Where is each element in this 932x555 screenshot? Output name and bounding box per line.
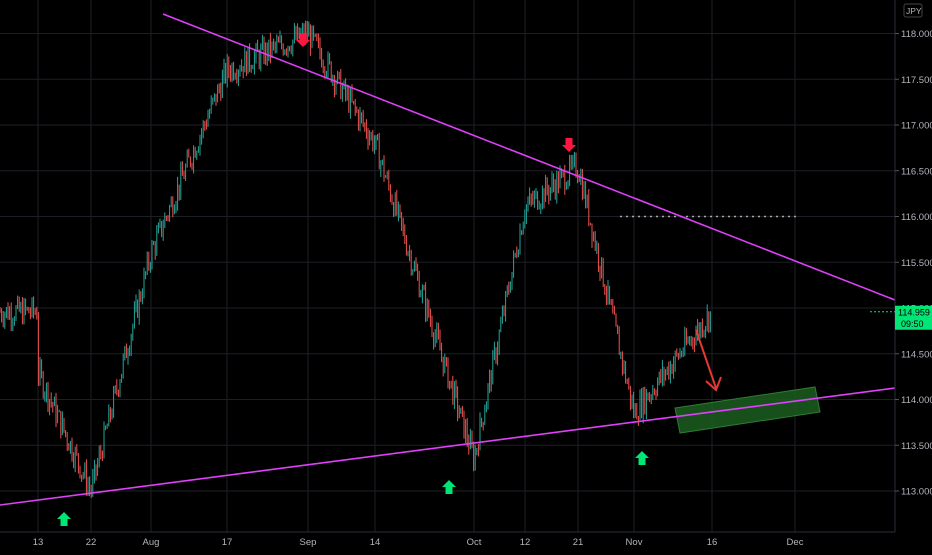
price-tick-label: 115.500 [901, 258, 932, 269]
price-tick-label: 118.000 [901, 29, 932, 40]
time-tick-label: 21 [573, 537, 584, 548]
time-tick-label: 13 [33, 537, 44, 548]
price-tick-label: 114.500 [901, 349, 932, 360]
price-tick-label: 117.000 [901, 121, 932, 132]
time-tick-label: Oct [467, 537, 482, 548]
time-axis: 13 22 Aug 17 Sep 14 Oct 12 21 Nov 16 Dec [0, 531, 932, 550]
time-tick-label: Dec [787, 537, 804, 548]
time-tick-label: 22 [86, 537, 97, 548]
price-tick-label: 116.500 [901, 166, 932, 177]
time-tick-label: 17 [222, 537, 233, 548]
time-tick-label: Aug [143, 537, 160, 548]
bar-countdown: 09:50 [901, 319, 924, 329]
price-tick-label: 116.000 [901, 212, 932, 223]
price-tick-label: 114.000 [901, 395, 932, 406]
time-tick-label: 12 [520, 537, 531, 548]
chart-background [0, 0, 932, 550]
price-tick-label: 117.500 [901, 75, 932, 86]
time-tick-label: Sep [300, 537, 317, 548]
time-tick-label: 14 [370, 537, 381, 548]
time-tick-label: 16 [707, 537, 718, 548]
price-tick-label: 113.000 [901, 487, 932, 498]
currency-label: JPY [906, 6, 922, 16]
current-price-value: 114.959 [898, 307, 930, 317]
chart-svg[interactable]: 113.000113.500114.000114.500115.000115.5… [0, 0, 932, 550]
time-tick-label: Nov [626, 537, 643, 548]
price-tick-label: 113.500 [901, 441, 932, 452]
price-chart[interactable]: 113.000113.500114.000114.500115.000115.5… [0, 0, 932, 550]
